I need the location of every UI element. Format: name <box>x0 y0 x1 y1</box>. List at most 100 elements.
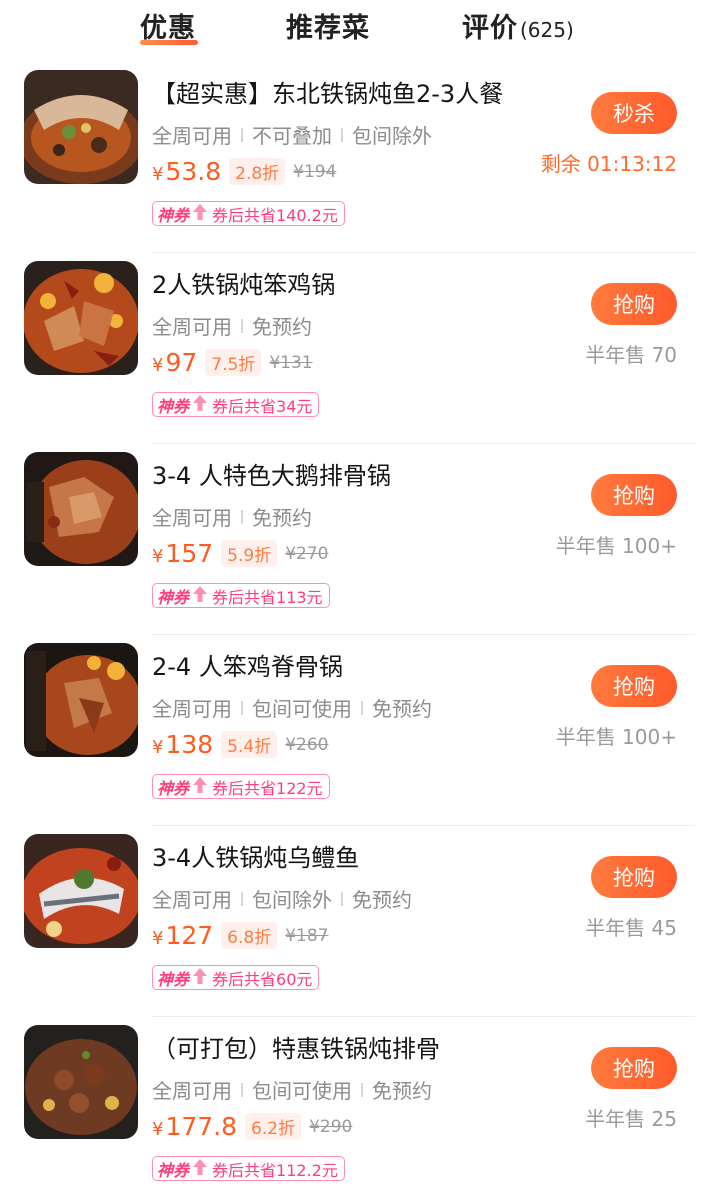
original-price: ¥290 <box>309 1116 353 1137</box>
original-price: ¥187 <box>285 925 329 946</box>
deal-tag: 不可叠加 <box>252 124 332 148</box>
deal-tag: 免预约 <box>252 315 312 339</box>
deal-tag: 免预约 <box>352 888 412 912</box>
currency-symbol: ¥ <box>152 737 164 758</box>
deal-tag: 全周可用 <box>152 506 232 530</box>
deal-photo[interactable] <box>24 261 138 375</box>
price-amount: 177.8 <box>165 1112 238 1141</box>
deal-photo[interactable] <box>24 834 138 948</box>
deal-title: 3-4 人特色大鹅排骨锅 <box>152 462 391 490</box>
deal-title: 2-4 人笨鸡脊骨锅 <box>152 653 343 681</box>
currency-symbol: ¥ <box>152 164 164 185</box>
coupon-savings: 券后共省122元 <box>212 778 323 798</box>
buy-button[interactable]: 抢购 <box>591 856 677 898</box>
coupon-logo: 神券 <box>157 969 190 989</box>
deal-tag: 免预约 <box>252 506 312 530</box>
price-amount: 53.8 <box>165 157 222 186</box>
tag-separator <box>341 891 343 906</box>
deal-tag: 包间除外 <box>352 124 432 148</box>
up-arrow-icon <box>192 967 208 989</box>
currency-symbol: ¥ <box>152 928 164 949</box>
coupon-savings: 券后共省113元 <box>212 587 323 607</box>
original-price: ¥270 <box>285 543 329 564</box>
review-count: (625) <box>520 18 574 42</box>
price-row: ¥127 6.8折 ¥187 <box>152 921 328 950</box>
deal-title: 3-4人铁锅炖乌鳢鱼 <box>152 844 360 872</box>
deal-tags: 全周可用 免预约 <box>152 502 312 531</box>
tag-separator <box>361 1082 363 1097</box>
buy-button[interactable]: 抢购 <box>591 1047 677 1089</box>
deal-item[interactable]: 【超实惠】东北铁锅炖鱼2-3人餐 全周可用 不可叠加 包间除外 ¥53.8 2.8折… <box>0 62 719 253</box>
deal-price: ¥157 <box>152 539 213 568</box>
price-row: ¥177.8 6.2折 ¥290 <box>152 1112 352 1141</box>
buy-button[interactable]: 抢购 <box>591 474 677 516</box>
tag-separator <box>241 127 243 142</box>
currency-symbol: ¥ <box>152 355 164 376</box>
deal-item[interactable]: （可打包）特惠铁锅炖排骨 全周可用 包间可使用 免预约 ¥177.8 6.2折 ¥2… <box>0 1017 719 1199</box>
deal-tags: 全周可用 包间可使用 免预约 <box>152 1075 432 1104</box>
buy-button[interactable]: 抢购 <box>591 283 677 325</box>
tab-bar: 优惠 推荐菜 评价 (625) <box>0 0 719 62</box>
deal-tag: 免预约 <box>372 697 432 721</box>
deal-tag: 免预约 <box>372 1079 432 1103</box>
coupon-savings: 券后共省60元 <box>212 969 313 989</box>
deal-tag: 全周可用 <box>152 315 232 339</box>
price-amount: 127 <box>165 921 214 950</box>
buy-button[interactable]: 秒杀 <box>591 92 677 134</box>
price-amount: 97 <box>165 348 198 377</box>
tag-separator <box>361 700 363 715</box>
coupon-logo: 神券 <box>157 205 190 225</box>
deal-tags: 全周可用 免预约 <box>152 311 312 340</box>
active-tab-indicator <box>140 40 198 45</box>
original-price: ¥260 <box>285 734 329 755</box>
deal-photo[interactable] <box>24 643 138 757</box>
coupon-logo: 神券 <box>157 778 190 798</box>
tab-recommended[interactable]: 推荐菜 <box>286 6 370 45</box>
deal-tags: 全周可用 不可叠加 包间除外 <box>152 120 432 149</box>
discount-badge: 2.8折 <box>229 158 286 185</box>
deal-tag: 包间可使用 <box>252 697 352 721</box>
deal-item[interactable]: 2-4 人笨鸡脊骨锅 全周可用 包间可使用 免预约 ¥138 5.4折 ¥260 神… <box>0 635 719 826</box>
coupon-logo: 神券 <box>157 396 190 416</box>
up-arrow-icon <box>192 585 208 607</box>
deal-item[interactable]: 3-4人铁锅炖乌鳢鱼 全周可用 包间除外 免预约 ¥127 6.8折 ¥187 神券… <box>0 826 719 1017</box>
deal-price: ¥97 <box>152 348 197 377</box>
original-price: ¥194 <box>293 161 337 182</box>
coupon-logo: 神券 <box>157 1160 190 1180</box>
deal-tag: 全周可用 <box>152 888 232 912</box>
currency-symbol: ¥ <box>152 1119 164 1140</box>
deal-title: （可打包）特惠铁锅炖排骨 <box>152 1035 440 1063</box>
deal-tag: 全周可用 <box>152 124 232 148</box>
deal-photo[interactable] <box>24 1025 138 1139</box>
deal-item[interactable]: 3-4 人特色大鹅排骨锅 全周可用 免预约 ¥157 5.9折 ¥270 神券 券… <box>0 444 719 635</box>
up-arrow-icon <box>192 203 208 225</box>
price-row: ¥138 5.4折 ¥260 <box>152 730 328 759</box>
sales-status: 半年售 25 <box>585 1107 677 1131</box>
coupon-badge: 神券 券后共省140.2元 <box>152 201 345 226</box>
discount-badge: 5.9折 <box>221 540 278 567</box>
buy-button[interactable]: 抢购 <box>591 665 677 707</box>
deal-tags: 全周可用 包间除外 免预约 <box>152 884 412 913</box>
sales-status: 半年售 100+ <box>555 534 677 558</box>
deal-tag: 包间除外 <box>252 888 332 912</box>
up-arrow-icon <box>192 1158 208 1180</box>
tag-separator <box>241 509 243 524</box>
coupon-savings: 券后共省140.2元 <box>212 205 338 225</box>
tag-separator <box>241 1082 243 1097</box>
price-row: ¥157 5.9折 ¥270 <box>152 539 328 568</box>
deal-photo[interactable] <box>24 70 138 184</box>
tab-reviews[interactable]: 评价 (625) <box>462 6 574 45</box>
sales-status: 半年售 45 <box>585 916 677 940</box>
deal-tag: 全周可用 <box>152 1079 232 1103</box>
deal-price: ¥127 <box>152 921 213 950</box>
tab-reviews-label: 评价 <box>462 13 518 44</box>
coupon-badge: 神券 券后共省34元 <box>152 392 320 417</box>
deal-photo[interactable] <box>24 452 138 566</box>
countdown-timer: 剩余 01:13:12 <box>540 152 677 176</box>
deal-item[interactable]: 2人铁锅炖笨鸡锅 全周可用 免预约 ¥97 7.5折 ¥131 神券 券后共省34… <box>0 253 719 444</box>
tag-separator <box>241 891 243 906</box>
deal-title: 2人铁锅炖笨鸡锅 <box>152 271 336 299</box>
deal-tag: 包间可使用 <box>252 1079 352 1103</box>
price-row: ¥97 7.5折 ¥131 <box>152 348 313 377</box>
deal-price: ¥53.8 <box>152 157 221 186</box>
